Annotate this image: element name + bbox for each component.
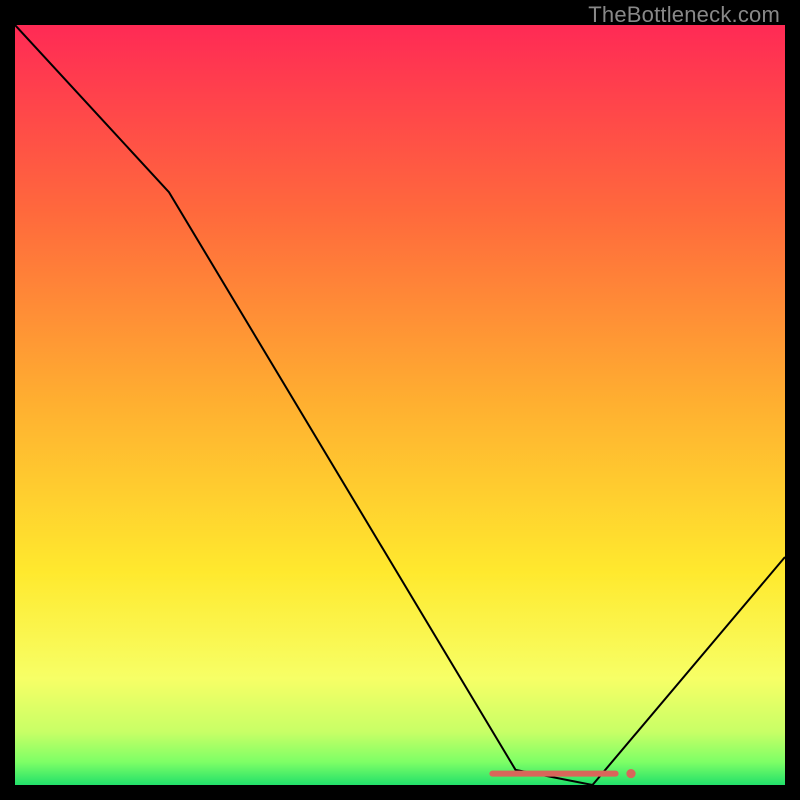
optimal-marker-dot — [626, 769, 635, 778]
chart-overlay — [15, 25, 785, 785]
attribution-label: TheBottleneck.com — [588, 2, 780, 28]
chart-container: TheBottleneck.com — [0, 0, 800, 800]
plot-area — [15, 25, 785, 785]
optimal-marker-group — [492, 769, 635, 778]
bottleneck-curve — [15, 25, 785, 785]
